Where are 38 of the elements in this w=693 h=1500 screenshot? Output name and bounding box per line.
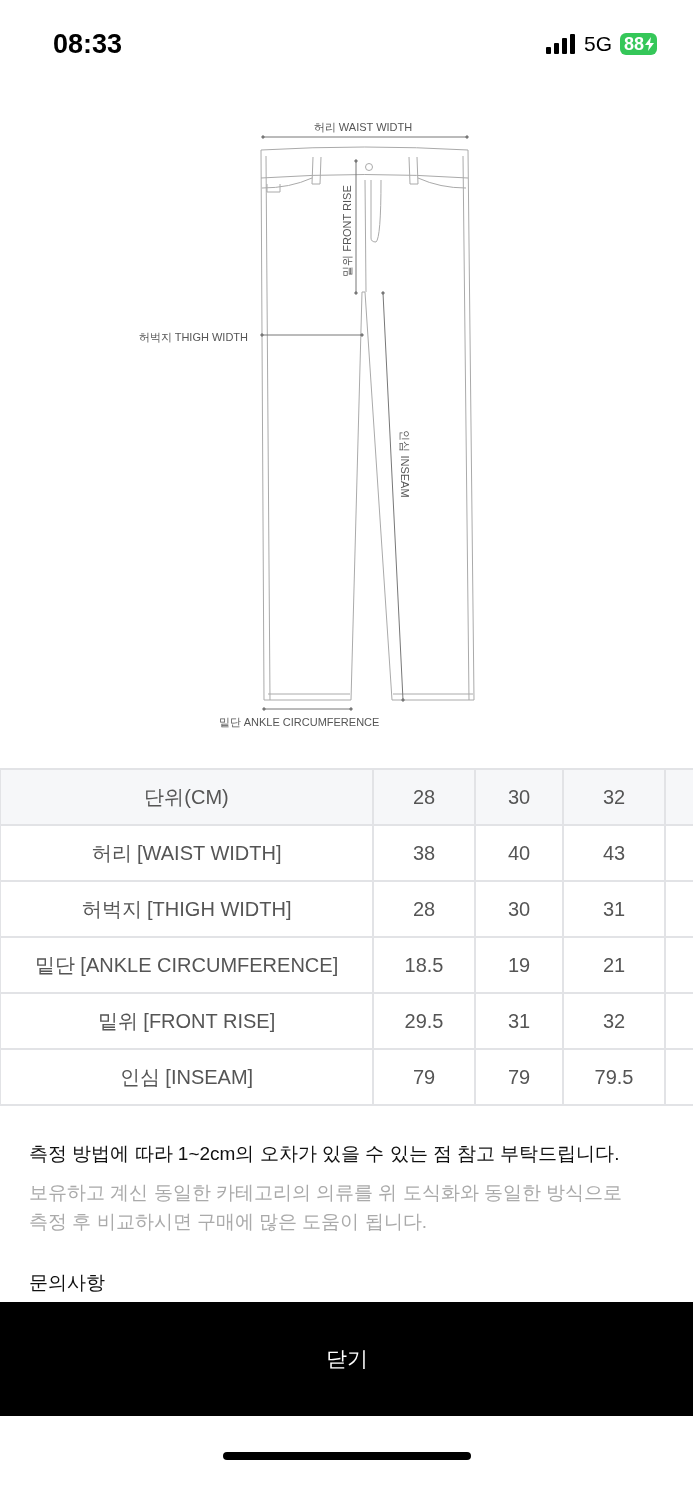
measurement-value-cell: 79.5 [563, 1049, 665, 1105]
measurement-tip: 보유하고 계신 동일한 카테고리의 의류를 위 도식화와 동일한 방식으로 측정 후 비교하시면 구매에 많은 도움이 됩니다. [29, 1181, 624, 1234]
measurement-label-cell: 허리 [WAIST WIDTH] [0, 825, 373, 881]
measurement-value-cell: 40 [475, 825, 563, 881]
measurement-label-cell: 인심 [INSEAM] [0, 1049, 373, 1105]
battery-indicator: 88 [619, 33, 657, 55]
measurement-value-cell: 32 [563, 993, 665, 1049]
size-header-cell: 28 [373, 769, 475, 825]
front-rise-label: 밑위 FRONT RISE [341, 185, 353, 277]
thigh-width-label: 허벅지 THIGH WIDTH [138, 331, 248, 343]
status-time: 08:33 [53, 28, 123, 60]
size-header-cell: 32 [563, 769, 665, 825]
measurement-label-cell: 밑위 [FRONT RISE] [0, 993, 373, 1049]
inquiry-heading: 문의사항 [29, 1271, 106, 1295]
ankle-circumference-label: 밑단 ANKLE CIRCUMFERENCE [218, 716, 380, 728]
size-header-cell: 30 [475, 769, 563, 825]
measurement-value-cell: 79 [373, 1049, 475, 1105]
measurement-value-cell: 31 [475, 993, 563, 1049]
measurement-value-cell: 30 [475, 881, 563, 937]
home-indicator[interactable] [222, 1452, 471, 1460]
measurement-value-cell: 29.5 [373, 993, 475, 1049]
measurement-value-cell: 28 [373, 881, 475, 937]
measurement-notice: 측정 방법에 따라 1~2cm의 오차가 있을 수 있는 점 참고 부탁드립니다. [29, 1142, 621, 1166]
measurement-value-cell: 38 [373, 825, 475, 881]
measurement-label-cell: 허벅지 [THIGH WIDTH] [0, 881, 373, 937]
waist-width-label: 허리 WAIST WIDTH [313, 121, 413, 133]
signal-icon [545, 34, 576, 54]
measurement-value-cell: 31 [563, 881, 665, 937]
inseam-label: 인심 INSEAM [399, 430, 411, 498]
measurement-value-cell: 79 [475, 1049, 563, 1105]
unit-header-cell: 단위(CM) [0, 769, 373, 825]
measurement-value-cell: 21 [563, 937, 665, 993]
measurement-value-cell: 43 [563, 825, 665, 881]
network-label: 5G [583, 32, 612, 56]
measurement-value-cell: 18.5 [373, 937, 475, 993]
measurement-value-cell: 19 [475, 937, 563, 993]
close-button[interactable]: 닫기 [0, 1302, 693, 1416]
measurement-label-cell: 밑단 [ANKLE CIRCUMFERENCE] [0, 937, 373, 993]
